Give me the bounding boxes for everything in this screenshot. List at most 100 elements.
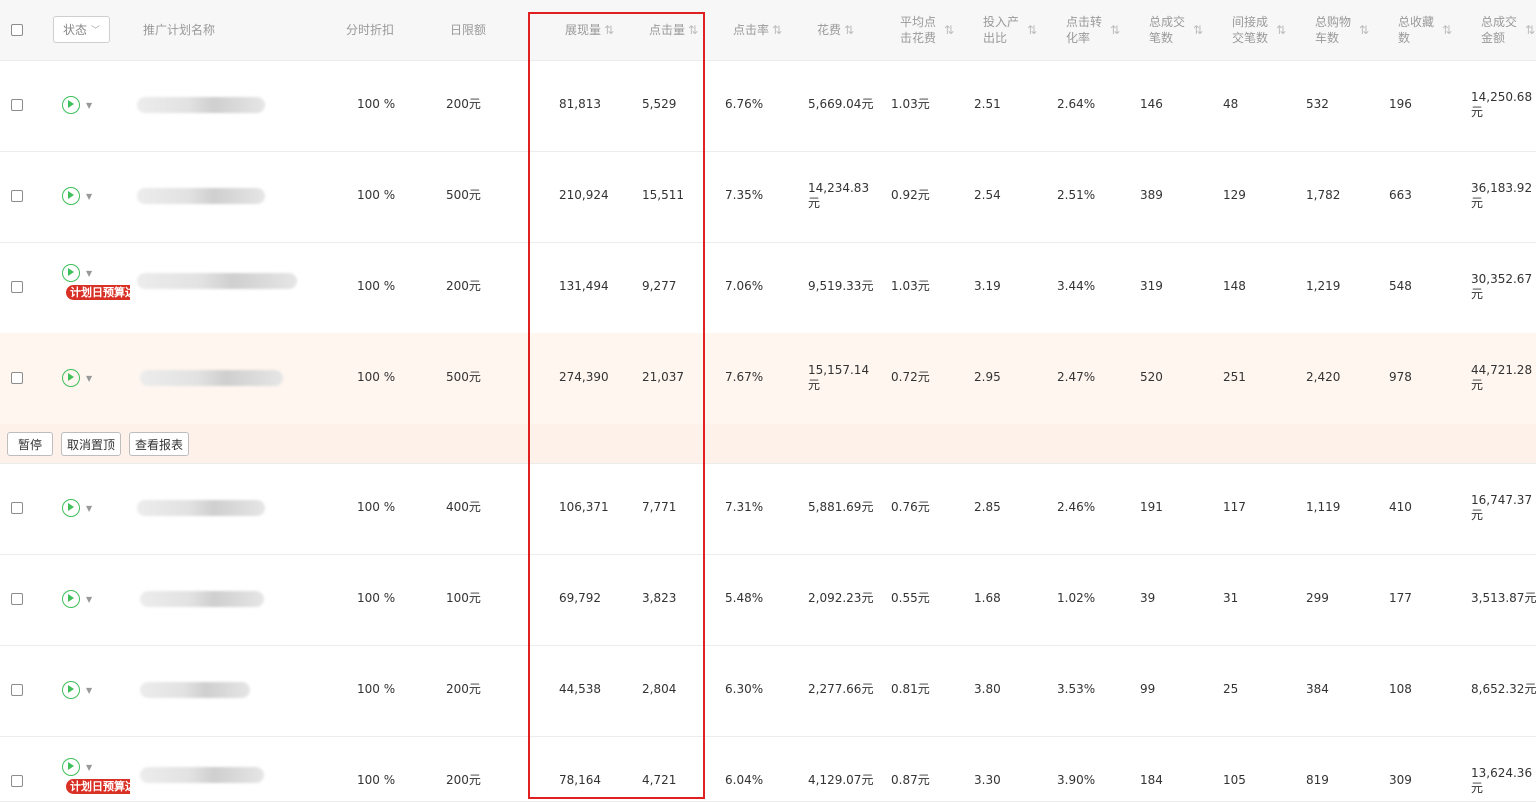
cell-cpc: 0.92元 — [891, 188, 930, 202]
campaign-name-redacted[interactable] — [137, 273, 297, 289]
cell-discount: 100 % — [357, 279, 396, 293]
cell-ctr: 7.35% — [725, 188, 764, 202]
row-checkbox[interactable] — [11, 99, 23, 111]
play-icon[interactable] — [62, 96, 80, 114]
row-checkbox[interactable] — [11, 775, 23, 787]
play-icon[interactable] — [62, 681, 80, 699]
campaign-name-redacted[interactable] — [140, 370, 283, 386]
cell-budget: 400元 — [446, 500, 481, 514]
row-checkbox[interactable] — [11, 190, 23, 202]
cell-impressions: 274,390 — [559, 370, 609, 384]
cell-cost: 4,129.07元 — [808, 773, 874, 787]
cell-carts: 299 — [1306, 591, 1329, 605]
cell-orders: 191 — [1140, 500, 1163, 514]
sort-icon[interactable]: ⇅ — [1193, 22, 1203, 38]
view-report-button[interactable]: 查看报表 — [129, 432, 189, 456]
cell-orders: 319 — [1140, 279, 1163, 293]
cell-discount: 100 % — [357, 370, 396, 384]
sort-icon[interactable]: ⇅ — [772, 22, 782, 38]
cell-cost: 2,092.23元 — [808, 591, 874, 605]
cell-cpc: 1.03元 — [891, 279, 930, 293]
campaign-name-redacted[interactable] — [140, 682, 250, 698]
row-checkbox[interactable] — [11, 684, 23, 696]
sort-icon[interactable]: ⇅ — [1359, 22, 1369, 38]
cell-carts: 1,782 — [1306, 188, 1341, 202]
campaign-name-redacted[interactable] — [137, 97, 265, 113]
play-icon[interactable] — [62, 590, 80, 608]
sort-icon[interactable]: ⇅ — [604, 22, 614, 38]
campaign-name-redacted[interactable] — [137, 188, 265, 204]
table-row[interactable]: ▼ 计划日预算达 100 % 200元 78,164 4,721 6.04% 4,129.07… — [0, 736, 1536, 802]
campaign-name-redacted[interactable] — [140, 767, 264, 783]
cell-cost: 2,277.66元 — [808, 682, 874, 696]
cell-discount: 100 % — [357, 500, 396, 514]
table-row[interactable]: ▼ 100 % 100元 69,792 3,823 5.48% 2,092.23元 0.55元… — [0, 554, 1536, 646]
cell-favs: 108 — [1389, 682, 1412, 696]
play-icon[interactable] — [62, 369, 80, 387]
sort-icon[interactable]: ⇅ — [1442, 22, 1452, 38]
cell-clicks: 5,529 — [642, 97, 677, 111]
play-icon[interactable] — [62, 499, 80, 517]
cell-budget: 200元 — [446, 279, 481, 293]
cell-amount: 8,652.32元 — [1471, 682, 1536, 696]
col-header-carts[interactable]: 总购物 车数 ⇅ — [1315, 0, 1369, 60]
cell-favs: 410 — [1389, 500, 1412, 514]
row-checkbox[interactable] — [11, 502, 23, 514]
col-header-clicks[interactable]: 点击量 ⇅ — [649, 0, 698, 60]
col-header-total-orders[interactable]: 总成交 笔数 ⇅ — [1149, 0, 1203, 60]
select-all-checkbox[interactable] — [11, 24, 23, 36]
campaign-name-redacted[interactable] — [137, 500, 265, 516]
sort-icon[interactable]: ⇅ — [1525, 22, 1535, 38]
col-header-total-amount[interactable]: 总成交 金额 ⇅ — [1481, 0, 1535, 60]
col-header-cost[interactable]: 花费 ⇅ — [817, 0, 854, 60]
chevron-down-icon[interactable]: ▼ — [86, 269, 92, 278]
chevron-down-icon: ﹀ — [91, 26, 101, 36]
cell-impressions: 78,164 — [559, 773, 601, 787]
play-icon[interactable] — [62, 187, 80, 205]
row-checkbox[interactable] — [11, 372, 23, 384]
cell-indirect: 105 — [1223, 773, 1246, 787]
chevron-down-icon[interactable]: ▼ — [86, 192, 92, 201]
status-filter-dropdown[interactable]: 状态 ﹀ — [53, 16, 110, 43]
table-row[interactable]: ▼ 100 % 200元 81,813 5,529 6.76% 5,669.04元 1.03元… — [0, 60, 1536, 152]
sort-icon[interactable]: ⇅ — [944, 22, 954, 38]
cell-budget: 200元 — [446, 682, 481, 696]
cell-roi: 2.95 — [974, 370, 1001, 384]
chevron-down-icon[interactable]: ▼ — [86, 763, 92, 772]
table-row[interactable]: ▼ 计划日预算达 100 % 200元 131,494 9,277 7.06% 9,519.3… — [0, 242, 1536, 334]
col-header-indirect-orders[interactable]: 间接成 交笔数 ⇅ — [1232, 0, 1286, 60]
row-checkbox[interactable] — [11, 281, 23, 293]
chevron-down-icon[interactable]: ▼ — [86, 595, 92, 604]
sort-icon[interactable]: ⇅ — [688, 22, 698, 38]
campaign-name-redacted[interactable] — [140, 591, 264, 607]
col-header-avg-cpc[interactable]: 平均点 击花费 ⇅ — [900, 0, 954, 60]
table-row[interactable]: ▼ 100 % 500元 274,390 21,037 7.67% 15,157.14 元 0.… — [0, 333, 1536, 425]
cell-line: 元 — [1471, 196, 1484, 210]
cell-ctr: 7.06% — [725, 279, 764, 293]
col-header-cvr[interactable]: 点击转 化率 ⇅ — [1066, 0, 1120, 60]
sort-icon[interactable]: ⇅ — [844, 22, 854, 38]
table-row[interactable]: ▼ 100 % 200元 44,538 2,804 6.30% 2,277.66元 0.81元… — [0, 645, 1536, 737]
pause-button[interactable]: 暂停 — [7, 432, 53, 456]
table-row[interactable]: ▼ 100 % 400元 106,371 7,771 7.31% 5,881.69元 0.76… — [0, 463, 1536, 555]
col-header-favs[interactable]: 总收藏数 ⇅ — [1398, 0, 1452, 60]
cell-favs: 978 — [1389, 370, 1412, 384]
cell-orders: 99 — [1140, 682, 1156, 696]
chevron-down-icon[interactable]: ▼ — [86, 504, 92, 513]
play-icon[interactable] — [62, 758, 80, 776]
play-icon[interactable] — [62, 264, 80, 282]
col-header-roi[interactable]: 投入产 出比 ⇅ — [983, 0, 1037, 60]
col-header-ctr[interactable]: 点击率 ⇅ — [733, 0, 782, 60]
chevron-down-icon[interactable]: ▼ — [86, 101, 92, 110]
table-row[interactable]: ▼ 100 % 500元 210,924 15,511 7.35% 14,234.83 元 0.… — [0, 151, 1536, 243]
sort-icon[interactable]: ⇅ — [1027, 22, 1037, 38]
chevron-down-icon[interactable]: ▼ — [86, 686, 92, 695]
col-header-impressions[interactable]: 展现量 ⇅ — [565, 0, 614, 60]
row-checkbox[interactable] — [11, 593, 23, 605]
sort-icon[interactable]: ⇅ — [1276, 22, 1286, 38]
chevron-down-icon[interactable]: ▼ — [86, 374, 92, 383]
cell-orders: 520 — [1140, 370, 1163, 384]
sort-icon[interactable]: ⇅ — [1110, 22, 1120, 38]
cell-cvr: 3.90% — [1057, 773, 1096, 787]
unpin-button[interactable]: 取消置顶 — [61, 432, 121, 456]
